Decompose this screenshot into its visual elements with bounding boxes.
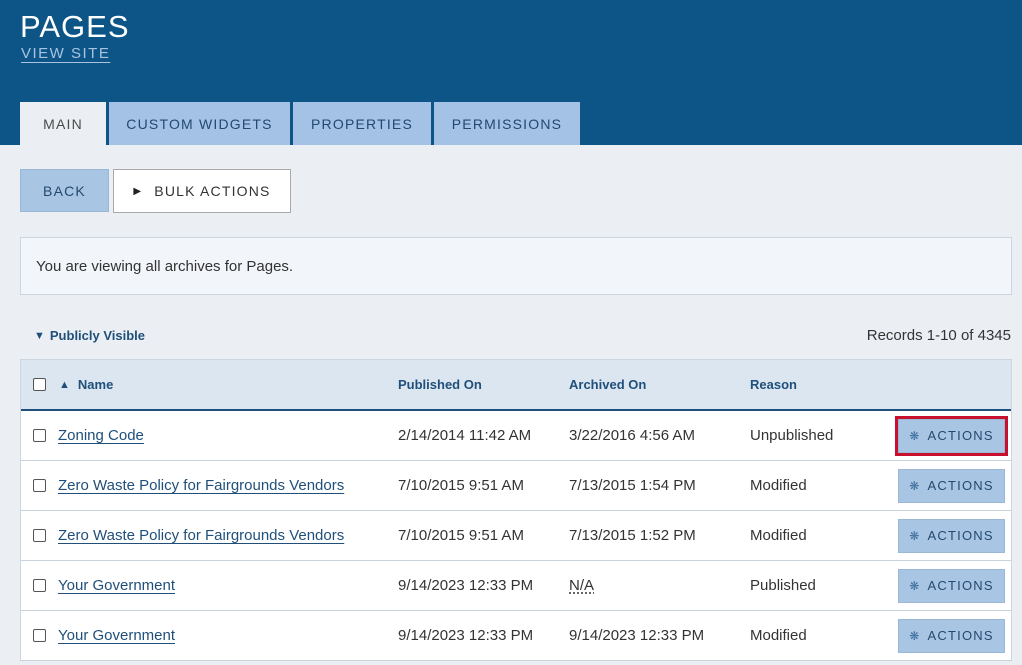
gear-icon: ❋	[909, 428, 921, 443]
tab-properties[interactable]: PROPERTIES	[293, 102, 431, 145]
table-header: ▲ Name Published On Archived On Reason	[21, 360, 1011, 411]
reason: Modified	[750, 527, 807, 544]
reason: Unpublished	[750, 427, 834, 444]
view-site-link[interactable]: VIEW SITE	[21, 45, 110, 62]
gear-icon: ❋	[909, 628, 921, 643]
page-title: PAGES	[20, 9, 130, 44]
filter-label: Publicly Visible	[49, 328, 146, 343]
caret-down-icon: ▼	[34, 329, 45, 342]
page-name-link[interactable]: Your Government	[58, 577, 175, 594]
page-name-link[interactable]: Your Government	[58, 627, 175, 644]
archived-column-header[interactable]: Archived On	[569, 360, 646, 409]
gear-icon: ❋	[909, 528, 921, 543]
table-row: Your Government 9/14/2023 12:33 PM N/A P…	[21, 561, 1011, 611]
archives-table: ▲ Name Published On Archived On Reason Z…	[20, 359, 1012, 661]
table-row: Zoning Code 2/14/2014 11:42 AM 3/22/2016…	[21, 411, 1011, 461]
actions-button[interactable]: ❋ ACTIONS	[898, 518, 1005, 553]
archive-notice: You are viewing all archives for Pages.	[20, 237, 1012, 295]
page-name-link[interactable]: Zero Waste Policy for Fairgrounds Vendor…	[58, 527, 344, 544]
table-row: Zero Waste Policy for Fairgrounds Vendor…	[21, 511, 1011, 561]
name-column-label: Name	[77, 377, 114, 392]
row-checkbox[interactable]	[33, 529, 46, 542]
table-row: Zero Waste Policy for Fairgrounds Vendor…	[21, 461, 1011, 511]
select-all-checkbox[interactable]	[33, 378, 46, 391]
gear-icon: ❋	[909, 578, 921, 593]
row-checkbox[interactable]	[33, 579, 46, 592]
play-triangle-icon: ▶	[133, 185, 143, 197]
table-row: Your Government 9/14/2023 12:33 PM 9/14/…	[21, 611, 1011, 661]
row-checkbox[interactable]	[33, 429, 46, 442]
archived-on: 7/13/2015 1:54 PM	[569, 477, 696, 494]
reason: Published	[750, 577, 816, 594]
row-checkbox[interactable]	[33, 479, 46, 492]
reason: Modified	[750, 477, 807, 494]
reason: Modified	[750, 627, 807, 644]
back-button[interactable]: BACK	[20, 169, 109, 212]
bulk-actions-label: BULK ACTIONS	[154, 183, 271, 199]
actions-button[interactable]: ❋ ACTIONS	[895, 415, 1008, 456]
published-on: 2/14/2014 11:42 AM	[398, 427, 532, 444]
tab-custom-widgets[interactable]: CUSTOM WIDGETS	[109, 102, 290, 145]
published-on: 9/14/2023 12:33 PM	[398, 577, 534, 594]
name-column-header[interactable]: ▲ Name	[59, 360, 113, 409]
archived-on: 9/14/2023 12:33 PM	[569, 627, 705, 644]
actions-button[interactable]: ❋ ACTIONS	[898, 618, 1005, 653]
page-name-link[interactable]: Zoning Code	[58, 427, 144, 444]
published-on: 9/14/2023 12:33 PM	[398, 627, 534, 644]
archived-on: N/A	[569, 577, 595, 594]
tab-main[interactable]: MAIN	[20, 102, 106, 145]
archived-on: 3/22/2016 4:56 AM	[569, 427, 695, 444]
tab-permissions[interactable]: PERMISSIONS	[434, 102, 580, 145]
bulk-actions-button[interactable]: ▶ BULK ACTIONS	[113, 169, 291, 213]
page-name-link[interactable]: Zero Waste Policy for Fairgrounds Vendor…	[58, 477, 344, 494]
page-header: PAGES VIEW SITE MAIN CUSTOM WIDGETS PROP…	[0, 0, 1022, 145]
archived-on: 7/13/2015 1:52 PM	[569, 527, 696, 544]
reason-column-header[interactable]: Reason	[750, 360, 797, 409]
sort-ascending-icon: ▲	[59, 378, 70, 391]
actions-button[interactable]: ❋ ACTIONS	[898, 468, 1005, 503]
published-on: 7/10/2015 9:51 AM	[398, 527, 524, 544]
publicly-visible-filter[interactable]: ▼ Publicly Visible	[34, 328, 145, 343]
tab-bar: MAIN CUSTOM WIDGETS PROPERTIES PERMISSIO…	[20, 102, 583, 145]
gear-icon: ❋	[909, 478, 921, 493]
published-on: 7/10/2015 9:51 AM	[398, 477, 524, 494]
actions-button[interactable]: ❋ ACTIONS	[898, 568, 1005, 603]
records-count: Records 1-10 of 4345	[866, 327, 1011, 344]
published-column-header[interactable]: Published On	[398, 360, 482, 409]
row-checkbox[interactable]	[33, 629, 46, 642]
